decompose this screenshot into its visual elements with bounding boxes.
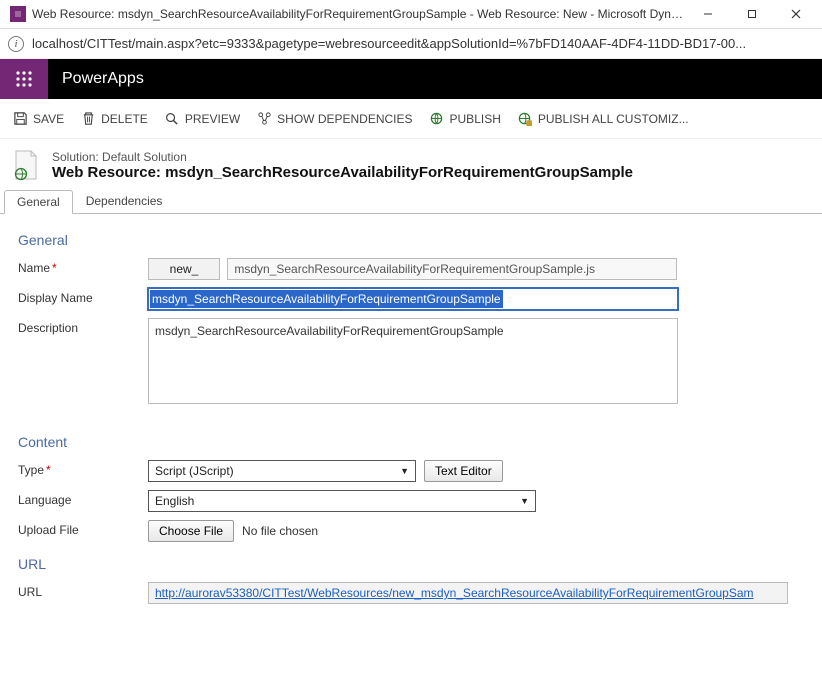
language-select-value: English: [155, 494, 194, 508]
tabs: General Dependencies: [0, 189, 822, 214]
app-icon: [10, 6, 26, 22]
publish-all-label: PUBLISH ALL CUSTOMIZ...: [538, 112, 689, 126]
label-name: Name*: [18, 258, 148, 275]
delete-label: DELETE: [101, 112, 148, 126]
chevron-down-icon: ▼: [400, 466, 409, 476]
window-title: Web Resource: msdyn_SearchResourceAvaila…: [32, 7, 686, 21]
delete-icon: [80, 111, 96, 127]
description-input[interactable]: msdyn_SearchResourceAvailabilityForRequi…: [148, 318, 678, 404]
show-dependencies-label: SHOW DEPENDENCIES: [277, 112, 412, 126]
minimize-button[interactable]: [686, 0, 730, 28]
file-status: No file chosen: [242, 524, 318, 538]
preview-button[interactable]: PREVIEW: [164, 111, 240, 127]
row-description: Description msdyn_SearchResourceAvailabi…: [18, 318, 804, 404]
show-dependencies-button[interactable]: SHOW DEPENDENCIES: [256, 111, 412, 127]
publish-button[interactable]: PUBLISH: [429, 111, 501, 127]
publish-label: PUBLISH: [450, 112, 501, 126]
tab-dependencies[interactable]: Dependencies: [73, 189, 176, 213]
name-prefix: new_: [148, 258, 220, 280]
close-button[interactable]: [774, 0, 818, 28]
tab-general[interactable]: General: [4, 190, 73, 214]
preview-icon: [164, 111, 180, 127]
publish-all-button[interactable]: PUBLISH ALL CUSTOMIZ...: [517, 111, 689, 127]
section-general-title: General: [18, 232, 804, 248]
address-url[interactable]: localhost/CITTest/main.aspx?etc=9333&pag…: [32, 36, 746, 51]
form-general: General Name* new_ msdyn_SearchResourceA…: [0, 214, 822, 652]
row-type: Type* Script (JScript) ▼ Text Editor: [18, 460, 804, 482]
text-editor-button[interactable]: Text Editor: [424, 460, 503, 482]
app-launcher-button[interactable]: [0, 59, 48, 99]
row-name: Name* new_ msdyn_SearchResourceAvailabil…: [18, 258, 804, 280]
chevron-down-icon: ▼: [520, 496, 529, 506]
row-url: URL http://aurorav53380/CITTest/WebResou…: [18, 582, 804, 604]
type-select[interactable]: Script (JScript) ▼: [148, 460, 416, 482]
preview-label: PREVIEW: [185, 112, 240, 126]
language-select[interactable]: English ▼: [148, 490, 536, 512]
type-select-value: Script (JScript): [155, 464, 234, 478]
row-display-name: Display Name msdyn_SearchResourceAvailab…: [18, 288, 804, 310]
maximize-button[interactable]: [730, 0, 774, 28]
dependencies-icon: [256, 111, 272, 127]
publish-icon: [429, 111, 445, 127]
label-language: Language: [18, 490, 148, 507]
info-icon[interactable]: i: [8, 36, 24, 52]
powerapps-label: PowerApps: [62, 70, 144, 88]
publish-all-icon: [517, 111, 533, 127]
save-button[interactable]: SAVE: [12, 111, 64, 127]
label-display-name: Display Name: [18, 288, 148, 305]
label-description: Description: [18, 318, 148, 335]
name-input[interactable]: msdyn_SearchResourceAvailabilityForRequi…: [227, 258, 677, 280]
page-title: Web Resource: msdyn_SearchResourceAvaila…: [52, 164, 633, 181]
solution-line: Solution: Default Solution: [52, 150, 633, 164]
url-link[interactable]: http://aurorav53380/CITTest/WebResources…: [155, 586, 754, 600]
row-upload-file: Upload File Choose File No file chosen: [18, 520, 804, 542]
label-url: URL: [18, 582, 148, 599]
ribbon-header: PowerApps: [0, 59, 822, 99]
row-language: Language English ▼: [18, 490, 804, 512]
command-bar: SAVE DELETE PREVIEW SHOW DEPENDENCIES PU…: [0, 99, 822, 139]
delete-button[interactable]: DELETE: [80, 111, 148, 127]
url-readonly[interactable]: http://aurorav53380/CITTest/WebResources…: [148, 582, 788, 604]
choose-file-button[interactable]: Choose File: [148, 520, 234, 542]
display-name-selected-text: msdyn_SearchResourceAvailabilityForRequi…: [150, 290, 503, 308]
page-header: Solution: Default Solution Web Resource:…: [0, 139, 822, 189]
window-titlebar: Web Resource: msdyn_SearchResourceAvaila…: [0, 0, 822, 29]
display-name-input[interactable]: msdyn_SearchResourceAvailabilityForRequi…: [148, 288, 678, 310]
section-url-title: URL: [18, 556, 804, 572]
web-resource-icon: [12, 149, 40, 181]
save-icon: [12, 111, 28, 127]
label-type: Type*: [18, 460, 148, 477]
save-label: SAVE: [33, 112, 64, 126]
section-content-title: Content: [18, 434, 804, 450]
label-upload-file: Upload File: [18, 520, 148, 537]
address-bar: i localhost/CITTest/main.aspx?etc=9333&p…: [0, 29, 822, 59]
